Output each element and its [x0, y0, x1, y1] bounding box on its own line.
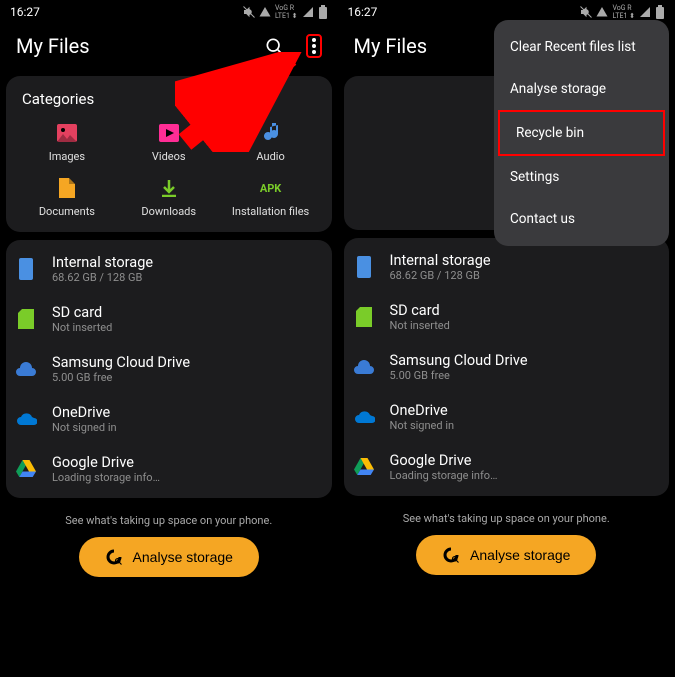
storage-sub: Not signed in: [52, 421, 117, 434]
category-installation[interactable]: APK Installation files: [220, 177, 322, 218]
category-label: Downloads: [141, 205, 196, 218]
category-label: Audio: [256, 150, 284, 163]
documents-icon: [56, 177, 78, 199]
overflow-menu: Clear Recent files list Analyse storage …: [494, 20, 669, 246]
storage-sdcard[interactable]: SD card Not inserted: [344, 292, 670, 342]
phone-icon: [352, 255, 376, 279]
storage-sub: 68.62 GB / 128 GB: [390, 269, 491, 282]
storage-sub: 68.62 GB / 128 GB: [52, 271, 153, 284]
more-vertical-icon: [312, 38, 316, 54]
videos-icon: [158, 122, 180, 144]
cloud-icon: [352, 355, 376, 379]
onedrive-icon: [14, 407, 38, 431]
page-title: My Files: [16, 34, 90, 58]
phone-icon: [14, 257, 38, 281]
analyse-storage-button[interactable]: Analyse storage: [416, 535, 596, 575]
category-videos[interactable]: Videos: [118, 122, 220, 163]
analyse-icon: [442, 546, 460, 564]
storage-onedrive[interactable]: OneDrive Not signed in: [6, 394, 332, 444]
categories-title: Categories: [16, 90, 322, 108]
storage-samsung-cloud[interactable]: Samsung Cloud Drive 5.00 GB free: [6, 344, 332, 394]
menu-settings[interactable]: Settings: [494, 156, 669, 198]
storage-onedrive[interactable]: OneDrive Not signed in: [344, 392, 670, 442]
menu-contact-us[interactable]: Contact us: [494, 198, 669, 240]
storage-name: Internal storage: [390, 252, 491, 269]
analyse-icon: [105, 548, 123, 566]
storage-sub: Loading storage info…: [390, 469, 498, 482]
google-drive-icon: [352, 455, 376, 479]
storage-sub: Not signed in: [390, 419, 455, 432]
category-label: Videos: [152, 150, 186, 163]
audio-icon: [260, 122, 282, 144]
category-downloads[interactable]: Downloads: [118, 177, 220, 218]
footer-hint: See what's taking up space on your phone…: [0, 514, 338, 527]
category-audio[interactable]: Audio: [220, 122, 322, 163]
storage-sub: Not inserted: [52, 321, 112, 334]
storage-internal[interactable]: Internal storage 68.62 GB / 128 GB: [344, 242, 670, 292]
search-icon: [264, 36, 284, 56]
category-label: Images: [49, 150, 85, 163]
sdcard-icon: [352, 305, 376, 329]
storage-name: SD card: [52, 304, 112, 321]
storage-sub: 5.00 GB free: [52, 371, 190, 384]
search-button[interactable]: [262, 34, 286, 58]
sdcard-icon: [14, 307, 38, 331]
analyse-storage-button[interactable]: Analyse storage: [79, 537, 259, 577]
more-button[interactable]: [306, 34, 322, 58]
storage-name: SD card: [390, 302, 450, 319]
phone-right: 16:27 VoG RLTE1 ⬍ My Files Internal stor…: [338, 0, 675, 677]
onedrive-icon: [352, 405, 376, 429]
storage-name: Internal storage: [52, 254, 153, 271]
category-documents[interactable]: Documents: [16, 177, 118, 218]
phone-left: 16:27 VoG RLTE1 ⬍ My Files Categories Im…: [0, 0, 338, 677]
storage-name: Samsung Cloud Drive: [52, 354, 190, 371]
category-label: Installation files: [232, 205, 309, 218]
storage-google-drive[interactable]: Google Drive Loading storage info…: [344, 442, 670, 492]
storage-sub: Loading storage info…: [52, 471, 160, 484]
category-label: Documents: [39, 205, 95, 218]
footer-hint: See what's taking up space on your phone…: [338, 512, 675, 525]
storage-name: Google Drive: [52, 454, 160, 471]
storage-sub: Not inserted: [390, 319, 450, 332]
storage-samsung-cloud[interactable]: Samsung Cloud Drive 5.00 GB free: [344, 342, 670, 392]
storage-name: OneDrive: [52, 404, 117, 421]
status-time: 16:27: [10, 5, 40, 19]
google-drive-icon: [14, 457, 38, 481]
status-time: 16:27: [348, 5, 378, 19]
header-actions: [262, 34, 322, 58]
images-icon: [56, 122, 78, 144]
header: My Files: [0, 24, 338, 76]
status-icons: VoG RLTE1 ⬍: [243, 4, 328, 20]
menu-clear-recent[interactable]: Clear Recent files list: [494, 26, 669, 68]
apk-icon: APK: [260, 177, 282, 199]
category-images[interactable]: Images: [16, 122, 118, 163]
storage-card: Internal storage 68.62 GB / 128 GB SD ca…: [6, 240, 332, 498]
downloads-icon: [158, 177, 180, 199]
storage-sdcard[interactable]: SD card Not inserted: [6, 294, 332, 344]
storage-google-drive[interactable]: Google Drive Loading storage info…: [6, 444, 332, 494]
storage-name: Google Drive: [390, 452, 498, 469]
categories-grid: Images Videos Audio Documents Downloads …: [16, 122, 322, 218]
storage-card: Internal storage 68.62 GB / 128 GB SD ca…: [344, 238, 670, 496]
storage-sub: 5.00 GB free: [390, 369, 528, 382]
storage-internal[interactable]: Internal storage 68.62 GB / 128 GB: [6, 244, 332, 294]
status-icons: VoG RLTE1 ⬍: [580, 4, 665, 20]
cloud-icon: [14, 357, 38, 381]
storage-name: Samsung Cloud Drive: [390, 352, 528, 369]
page-title: My Files: [354, 34, 428, 58]
menu-recycle-bin[interactable]: Recycle bin: [498, 110, 665, 156]
storage-name: OneDrive: [390, 402, 455, 419]
categories-card: Categories Images Videos Audio Documents…: [6, 76, 332, 232]
status-bar: 16:27 VoG RLTE1 ⬍: [0, 0, 338, 24]
menu-analyse-storage[interactable]: Analyse storage: [494, 68, 669, 110]
